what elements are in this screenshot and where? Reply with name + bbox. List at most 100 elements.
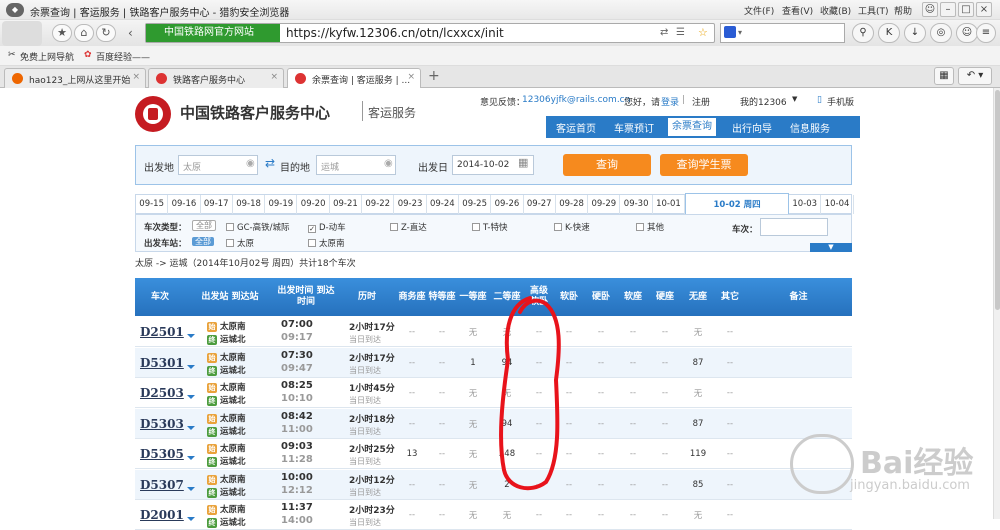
tab-hao123[interactable]: hao123_上网从这里开始 × [4,68,146,88]
search-button[interactable]: 查询 [563,154,651,176]
type-gc-checkbox[interactable]: GC-高铁/城际 [226,221,289,233]
train-no-input[interactable] [760,218,828,236]
register-link[interactable]: 注册 [692,95,710,108]
type-z-checkbox[interactable]: Z-直达 [390,221,427,233]
nav-remaining-tickets[interactable]: 余票查询 [668,118,716,136]
date-tab[interactable]: 09-26 [491,195,524,214]
date-tab[interactable]: 09-29 [588,195,621,214]
skin-icon[interactable]: ☺ [922,2,938,17]
page-scrollbar[interactable] [993,88,1000,519]
railway-logo[interactable] [135,96,171,132]
refresh-icon[interactable]: ↻ [96,24,116,42]
menu-favorites[interactable]: 收藏(B) [820,4,851,17]
k-icon[interactable]: K [878,23,900,43]
undo-close-icon[interactable]: ↶ ▾ [958,67,992,85]
swap-icon[interactable]: ⇄ [265,156,275,170]
shield-icon[interactable]: ◎ [930,23,952,43]
train-number-link[interactable]: D5303 [140,417,184,431]
scroll-thumb[interactable] [995,90,1000,310]
checkbox-icon[interactable] [226,239,234,247]
station-all-button[interactable]: 全部 [192,237,214,246]
nav-home[interactable]: 客运首页 [552,120,600,135]
date-tab[interactable]: 09-16 [168,195,201,214]
bookmark-free-nav[interactable]: 免费上网导航 [20,50,74,63]
student-ticket-button[interactable]: 查询学生票 [660,154,748,176]
page-menu-icon[interactable]: ☰ [676,27,685,38]
station-taiyuannan-checkbox[interactable]: 太原南 [308,237,345,249]
search-input[interactable]: ▾ [720,23,845,43]
expand-stops-icon[interactable] [186,395,195,399]
train-number-link[interactable]: D5301 [140,356,184,370]
calendar-icon[interactable]: ▦ [518,156,528,169]
more-menu-icon[interactable]: ≡ [976,23,996,43]
column-header[interactable]: 历时 [337,278,397,316]
search-engine-icon[interactable] [724,26,736,38]
expand-stops-icon[interactable] [186,517,195,521]
date-tab[interactable]: 09-24 [427,195,459,214]
home-icon[interactable]: ⌂ [74,24,94,42]
chevron-down-icon[interactable]: ▼ [792,95,797,103]
date-tab[interactable]: 10-01 [653,195,686,214]
date-tab[interactable]: 09-19 [265,195,298,214]
search-engine-dropdown-icon[interactable]: ▾ [738,28,742,37]
date-tab[interactable]: 09-23 [394,195,427,214]
checkbox-icon[interactable] [226,223,234,231]
expand-stops-icon[interactable] [186,425,195,430]
column-header[interactable]: 出发时间 到达时间 [275,278,337,316]
date-tab[interactable]: 09-27 [524,195,556,214]
tab-ticket-query[interactable]: 余票查询 | 客运服务 | ... × [287,68,421,89]
maximize-icon[interactable]: □ [958,2,974,17]
expand-stops-icon[interactable] [186,334,195,338]
train-number-link[interactable]: D5307 [140,478,184,492]
train-number-cell[interactable]: D5305 [135,439,195,469]
mobile-version-link[interactable]: 手机版 [827,95,854,108]
minimize-icon[interactable]: – [940,2,956,17]
type-all-button[interactable]: 全部 [192,220,216,231]
date-tab[interactable]: 09-28 [556,195,589,214]
checkbox-icon[interactable] [472,223,480,231]
train-number-cell[interactable]: D5307 [135,470,195,500]
checkbox-icon[interactable] [636,223,644,231]
date-tab[interactable]: 10-02 周四 [685,193,790,215]
type-d-checkbox[interactable]: ✓ D-动车 [308,221,346,233]
menu-help[interactable]: 帮助 [894,4,912,17]
tab-grid-icon[interactable]: ▦ [934,67,954,85]
close-tab-icon[interactable]: × [270,72,278,82]
train-number-cell[interactable]: D2001 [135,500,195,530]
chat-icon[interactable]: ☺ [956,23,978,43]
train-number-link[interactable]: D5305 [140,447,184,461]
train-number-link[interactable]: D2501 [140,325,184,339]
download-icon[interactable]: ↓ [904,23,926,43]
menu-view[interactable]: 查看(V) [782,4,813,17]
menu-file[interactable]: 文件(F) [744,4,774,17]
train-number-cell[interactable]: D5303 [135,409,195,439]
checkbox-checked-icon[interactable]: ✓ [308,225,316,233]
checkbox-icon[interactable] [308,239,316,247]
train-number-cell[interactable]: D2501 [135,317,195,347]
close-window-icon[interactable]: × [976,2,992,17]
expand-stops-icon[interactable] [186,486,195,491]
type-t-checkbox[interactable]: T-特快 [472,221,507,233]
nav-travel-guide[interactable]: 出行向导 [728,120,776,135]
close-tab-icon[interactable]: × [407,72,415,82]
train-number-cell[interactable]: D5301 [135,348,195,378]
train-number-link[interactable]: D2503 [140,386,184,400]
train-number-link[interactable]: D2001 [140,508,184,522]
compat-icon[interactable]: ⇄ [660,27,668,38]
expand-stops-icon[interactable] [186,456,195,460]
my12306-link[interactable]: 我的12306 [740,95,787,108]
date-tab[interactable]: 09-30 [621,195,653,214]
url-text[interactable]: https://kyfw.12306.cn/otn/lcxxcx/init [286,26,504,40]
nav-info-service[interactable]: 信息服务 [786,120,834,135]
login-link[interactable]: 登录 [661,95,679,108]
tab-12306-home[interactable]: 铁路客户服务中心 × [148,68,284,88]
back-icon[interactable]: ‹ [128,26,133,40]
checkbox-icon[interactable] [554,223,562,231]
date-tab[interactable]: 09-25 [459,195,492,214]
date-tab[interactable]: 09-21 [330,195,363,214]
expand-stops-icon[interactable] [186,364,195,369]
checkbox-icon[interactable] [390,223,398,231]
new-tab-icon[interactable]: + [428,68,440,84]
date-tab[interactable]: 10-04 [821,195,854,214]
date-tab[interactable]: 09-22 [362,195,395,214]
